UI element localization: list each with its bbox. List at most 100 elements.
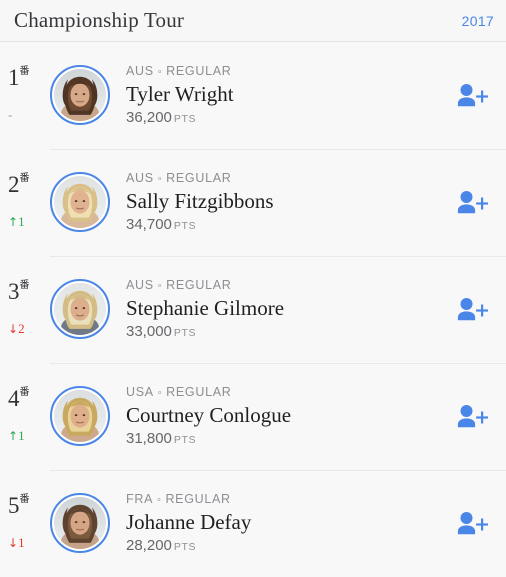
avatar-photo bbox=[54, 175, 106, 228]
surfer-meta: FRA ∘ REGULAR bbox=[126, 492, 450, 507]
add-person-icon bbox=[457, 404, 488, 427]
ranking-row[interactable]: 2番 ↑1 AUS ∘ REGULAR Sally Fitzgibbons 34,7… bbox=[0, 149, 506, 256]
rank-column: 5番 ↓1 bbox=[0, 470, 50, 577]
surfer-info: USA ∘ REGULAR Courtney Conlogue 31,800 PTS bbox=[124, 385, 450, 448]
add-person-button[interactable] bbox=[450, 400, 494, 434]
add-person-icon bbox=[457, 511, 488, 534]
season-year[interactable]: 2017 bbox=[462, 13, 494, 29]
surfer-points: 36,200 PTS bbox=[126, 108, 450, 128]
rank-change-value: 1 bbox=[18, 427, 25, 443]
points-unit: PTS bbox=[173, 219, 197, 232]
ranking-row[interactable]: 1番 - AUS ∘ REGULAR Tyler Wright 36,200 PTS bbox=[0, 42, 506, 149]
country-code: AUS bbox=[126, 170, 154, 185]
surfer-info: AUS ∘ REGULAR Stephanie Gilmore 33,000 PTS bbox=[124, 278, 450, 341]
surfer-meta: USA ∘ REGULAR bbox=[126, 385, 450, 400]
meta-separator: ∘ bbox=[156, 280, 164, 291]
surfer-info: AUS ∘ REGULAR Sally Fitzgibbons 34,700 PTS bbox=[124, 171, 450, 234]
add-person-button[interactable] bbox=[450, 186, 494, 220]
surfer-meta: AUS ∘ REGULAR bbox=[126, 171, 450, 186]
rank-value: 4 bbox=[8, 385, 20, 411]
surfer-meta: AUS ∘ REGULAR bbox=[126, 278, 450, 293]
avatar-ring bbox=[50, 64, 110, 125]
rank-suffix: 番 bbox=[19, 493, 30, 505]
rank-value: 1 bbox=[8, 64, 20, 90]
surfer-name: Sally Fitzgibbons bbox=[126, 188, 274, 213]
avatar-ring bbox=[50, 385, 110, 446]
points-value: 28,200 bbox=[126, 536, 172, 554]
surfer-points: 34,700 PTS bbox=[126, 215, 450, 235]
meta-separator: ∘ bbox=[156, 387, 164, 398]
points-unit: PTS bbox=[173, 326, 197, 339]
points-unit: PTS bbox=[173, 112, 197, 125]
arrow-down-icon: ↓ bbox=[8, 321, 19, 336]
stance-status: REGULAR bbox=[166, 63, 232, 78]
rank-suffix: 番 bbox=[19, 65, 30, 77]
avatar-photo bbox=[54, 389, 106, 442]
avatar-portrait-johanne-defay[interactable] bbox=[50, 492, 112, 555]
points-value: 33,000 bbox=[126, 322, 172, 340]
avatar-portrait-sally-fitzgibbons[interactable] bbox=[50, 171, 112, 234]
page-header: Championship Tour 2017 bbox=[0, 0, 506, 42]
points-value: 36,200 bbox=[126, 108, 172, 126]
rank-number: 3番 bbox=[8, 280, 30, 303]
points-unit: PTS bbox=[173, 540, 197, 553]
add-person-button[interactable] bbox=[450, 507, 494, 541]
add-person-icon bbox=[457, 190, 488, 213]
surfer-name: Courtney Conlogue bbox=[126, 402, 292, 427]
rank-suffix: 番 bbox=[19, 172, 30, 184]
rank-change-indicator: - bbox=[8, 108, 12, 121]
surfer-points: 28,200 PTS bbox=[126, 536, 450, 556]
surfer-meta: AUS ∘ REGULAR bbox=[126, 64, 450, 79]
rank-change-indicator: ↑1 bbox=[8, 215, 25, 228]
rank-column: 3番 ↓2 bbox=[0, 256, 50, 363]
surfer-info: AUS ∘ REGULAR Tyler Wright 36,200 PTS bbox=[124, 64, 450, 127]
surfer-points: 33,000 PTS bbox=[126, 322, 450, 342]
ranking-row[interactable]: 4番 ↑1 USA ∘ REGULAR Courtney Conlogue 31,8… bbox=[0, 363, 506, 470]
ranking-row[interactable]: 5番 ↓1 FRA ∘ REGULAR Johanne Defay 28,200 PT… bbox=[0, 470, 506, 577]
rank-change-value: 1 bbox=[18, 534, 25, 550]
rank-column: 2番 ↑1 bbox=[0, 149, 50, 256]
points-value: 34,700 bbox=[126, 215, 172, 233]
rank-change-value: 2 bbox=[18, 320, 25, 336]
surfer-info: FRA ∘ REGULAR Johanne Defay 28,200 PTS bbox=[124, 492, 450, 555]
arrow-up-icon: ↑ bbox=[8, 214, 19, 229]
avatar-portrait-courtney-conlogue[interactable] bbox=[50, 385, 112, 448]
arrow-down-icon: ↓ bbox=[8, 535, 19, 550]
meta-separator: ∘ bbox=[156, 173, 164, 184]
rank-value: 3 bbox=[8, 278, 20, 304]
country-code: AUS bbox=[126, 277, 154, 292]
rank-column: 1番 - bbox=[0, 42, 50, 149]
avatar-ring bbox=[50, 492, 110, 553]
rank-number: 4番 bbox=[8, 387, 30, 410]
rank-value: 2 bbox=[8, 171, 20, 197]
avatar-portrait-stephanie-gilmore[interactable] bbox=[50, 278, 112, 341]
rank-suffix: 番 bbox=[19, 386, 30, 398]
meta-separator: ∘ bbox=[156, 66, 164, 77]
rank-value: 5 bbox=[8, 492, 20, 518]
country-code: FRA bbox=[126, 491, 154, 506]
country-code: AUS bbox=[126, 63, 154, 78]
points-value: 31,800 bbox=[126, 429, 172, 447]
add-person-button[interactable] bbox=[450, 293, 494, 327]
points-unit: PTS bbox=[173, 433, 197, 446]
rank-change-indicator: ↓1 bbox=[8, 536, 25, 549]
avatar-ring bbox=[50, 171, 110, 232]
stance-status: REGULAR bbox=[165, 491, 231, 506]
rank-column: 4番 ↑1 bbox=[0, 363, 50, 470]
surfer-name: Johanne Defay bbox=[126, 509, 252, 534]
stance-status: REGULAR bbox=[166, 277, 232, 292]
meta-separator: ∘ bbox=[156, 494, 163, 505]
rank-change-value: 1 bbox=[18, 213, 25, 229]
avatar-portrait-tyler-wright[interactable] bbox=[50, 64, 112, 127]
page-title: Championship Tour bbox=[14, 8, 185, 32]
surfer-name: Stephanie Gilmore bbox=[126, 295, 285, 320]
ranking-row[interactable]: 3番 ↓2 AUS ∘ REGULAR Stephanie Gilmore 33,0… bbox=[0, 256, 506, 363]
surfer-name: Tyler Wright bbox=[126, 81, 234, 106]
avatar-photo bbox=[54, 68, 106, 121]
stance-status: REGULAR bbox=[166, 170, 232, 185]
rank-number: 2番 bbox=[8, 173, 30, 196]
add-person-icon bbox=[457, 83, 488, 106]
add-person-button[interactable] bbox=[450, 79, 494, 113]
avatar-photo bbox=[54, 282, 106, 335]
rank-change-value: - bbox=[8, 106, 13, 122]
